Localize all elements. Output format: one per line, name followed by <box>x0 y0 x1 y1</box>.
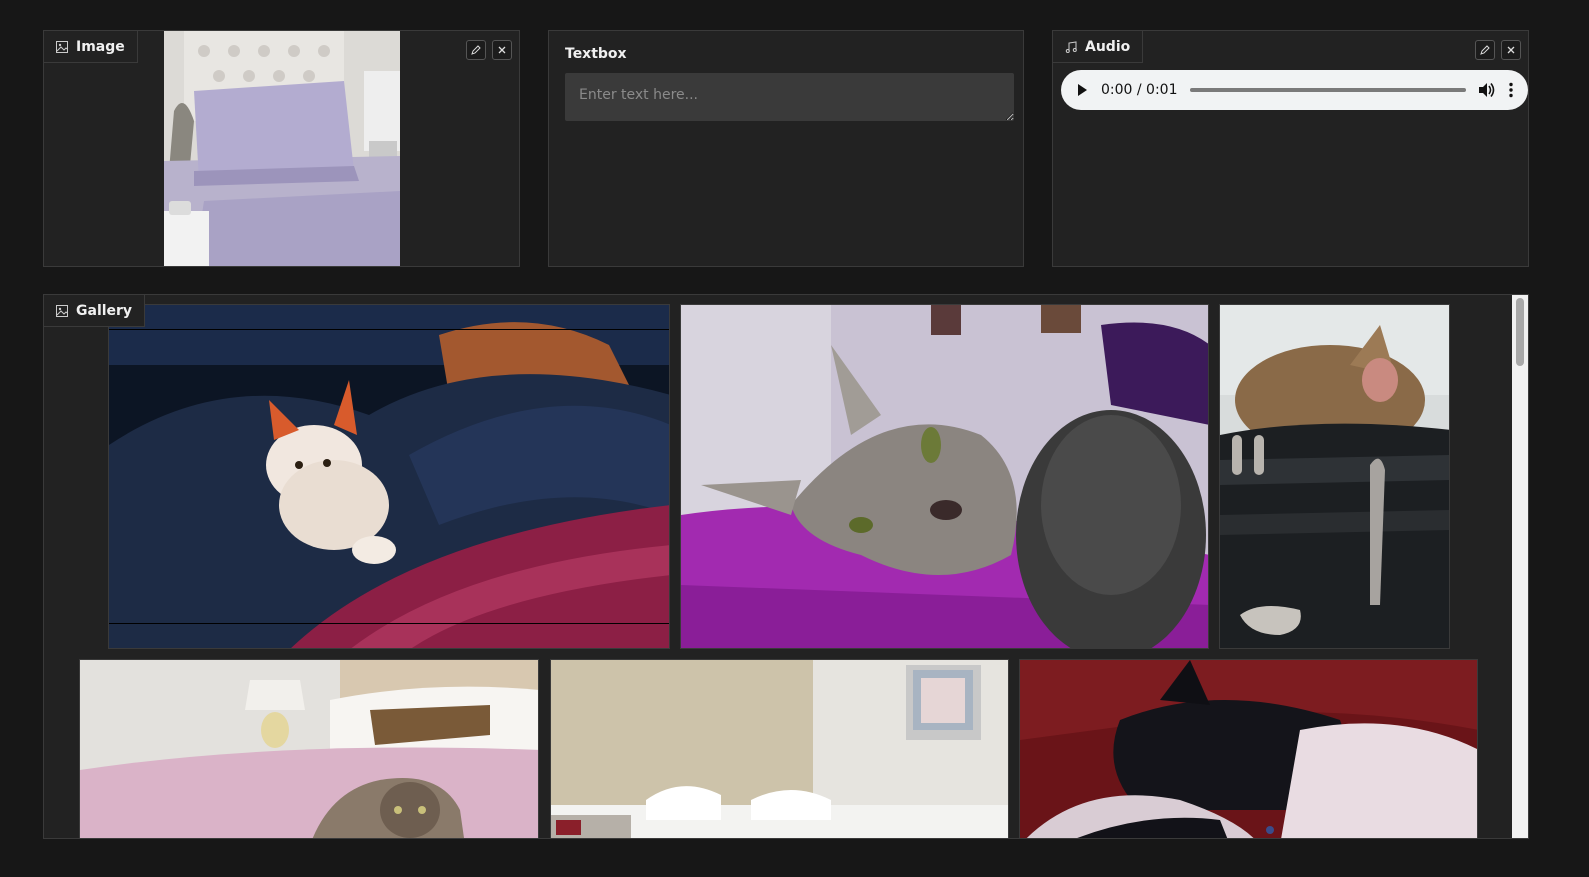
uploaded-image[interactable] <box>164 31 400 266</box>
text-input[interactable] <box>565 73 1014 121</box>
gallery-item[interactable] <box>1219 304 1450 649</box>
audio-label: Audio <box>1053 31 1144 63</box>
close-icon <box>498 46 506 54</box>
gallery-item[interactable] <box>1019 659 1478 838</box>
gallery-panel: Gallery <box>43 294 1529 839</box>
audio-edit-button[interactable] <box>1475 40 1495 60</box>
music-note-icon <box>1065 40 1077 53</box>
close-icon <box>1507 46 1515 54</box>
textbox-label: Textbox <box>565 46 627 62</box>
image-icon <box>56 40 68 53</box>
gallery-label-text: Gallery <box>76 302 133 319</box>
more-options-icon[interactable] <box>1508 82 1514 98</box>
audio-player: 0:00 / 0:01 <box>1061 70 1528 110</box>
audio-clear-button[interactable] <box>1501 40 1521 60</box>
pencil-icon <box>471 45 481 55</box>
tabby-cat-on-purple-bedsheet <box>681 305 1208 648</box>
image-clear-button[interactable] <box>492 40 512 60</box>
play-icon[interactable] <box>1075 83 1089 97</box>
gallery-item[interactable] <box>79 659 539 838</box>
image-icon <box>56 304 68 317</box>
audio-label-text: Audio <box>1085 38 1131 55</box>
hotel-room-white-bed <box>551 660 1008 838</box>
gallery-label: Gallery <box>44 295 146 327</box>
black-and-white-cat-on-red-blanket <box>1020 660 1477 838</box>
siamese-cat-on-pink-bed <box>80 660 538 838</box>
pencil-icon <box>1480 45 1490 55</box>
cat-on-navy-duvet-and-magenta-pillow <box>109 305 669 648</box>
gallery-item[interactable] <box>550 659 1009 838</box>
audio-time: 0:00 / 0:01 <box>1101 82 1178 98</box>
gallery-item[interactable] <box>680 304 1209 649</box>
gallery-scrollbar[interactable] <box>1512 295 1528 838</box>
image-label-text: Image <box>76 38 125 55</box>
scrollbar-thumb[interactable] <box>1516 298 1524 366</box>
audio-seek-bar[interactable] <box>1189 88 1466 92</box>
cat-sitting-on-black-suitcase <box>1220 305 1449 648</box>
textbox-panel: Textbox <box>548 30 1024 267</box>
image-edit-button[interactable] <box>466 40 486 60</box>
volume-icon[interactable] <box>1478 82 1496 98</box>
audio-panel: Audio 0:00 / 0:01 <box>1052 30 1529 267</box>
image-label: Image <box>44 31 138 63</box>
gallery-item[interactable] <box>108 304 670 649</box>
image-panel: Image <box>43 30 520 267</box>
